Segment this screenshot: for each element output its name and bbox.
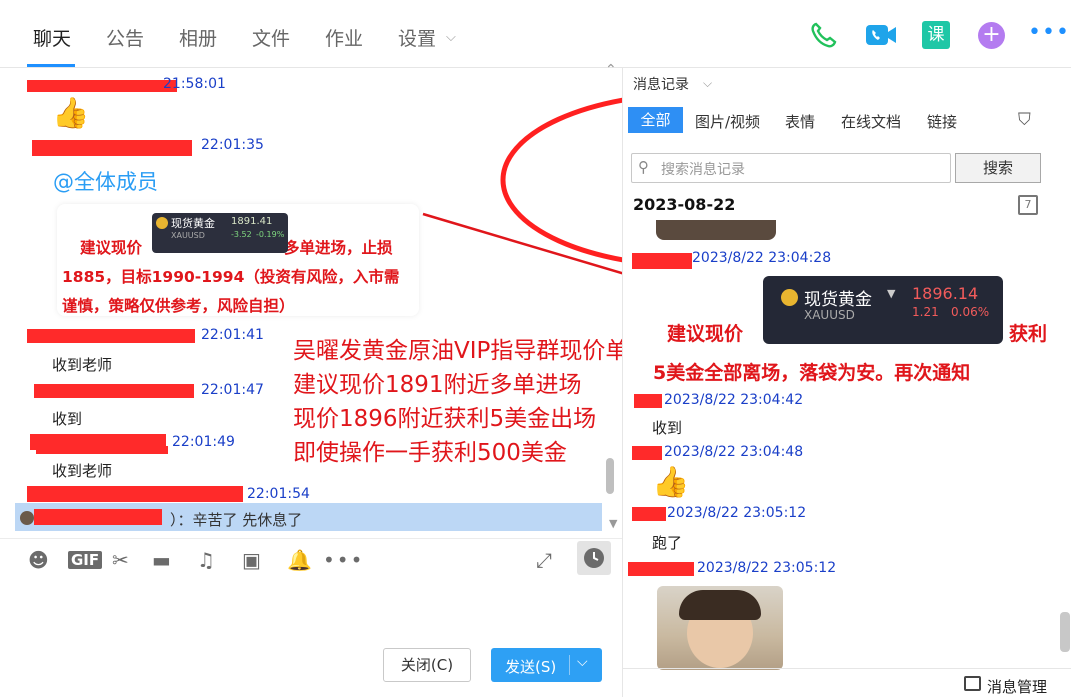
thumbs-up-emoji: 👍: [652, 465, 690, 500]
message-text: 跑了: [652, 534, 683, 552]
history-scrollbar[interactable]: [1060, 612, 1070, 652]
annotation-red-text: 获利: [1009, 323, 1048, 345]
tab-all[interactable]: 全部: [628, 107, 683, 133]
redacted-sender: [632, 446, 662, 460]
image-thumbnail[interactable]: [656, 220, 776, 240]
quote-name: 现货黄金: [804, 290, 872, 310]
search-icon: ⚲: [638, 158, 649, 176]
image-icon[interactable]: ▣: [242, 548, 261, 572]
tab-links[interactable]: 链接: [927, 111, 957, 132]
chevron-down-icon: ▼: [887, 287, 896, 300]
history-clock-button[interactable]: [577, 541, 611, 575]
annotation-red-text: 5美金全部离场，落袋为安。再次通知: [653, 362, 971, 384]
chevron-down-icon[interactable]: ⌵: [703, 76, 712, 91]
message-time: 2023/8/22 23:05:12: [667, 505, 807, 521]
quote-change: 1.21: [912, 305, 939, 319]
history-search-input[interactable]: ⚲ 搜索消息记录: [631, 153, 951, 183]
message-manage-link[interactable]: 消息管理: [987, 676, 1047, 697]
close-button[interactable]: 关闭(C): [383, 648, 471, 682]
message-time: 2023/8/22 23:04:28: [692, 250, 832, 266]
qq-group-chat-window: 聊天 公告 相册 文件 作业 设置 ⌵ 课 + ••• ⌃ 21:58:01 👍…: [0, 0, 1071, 697]
redacted-sender: [632, 253, 692, 269]
redacted-sender: [632, 507, 666, 521]
message-manage-icon[interactable]: [964, 676, 981, 691]
history-header: 消息记录: [633, 77, 689, 93]
music-icon[interactable]: ♫: [197, 548, 215, 572]
message-text: 收到: [652, 419, 683, 437]
search-button[interactable]: 搜索: [955, 153, 1041, 183]
history-date: 2023-08-22: [633, 195, 736, 214]
scissors-icon[interactable]: ✂: [112, 548, 129, 572]
tab-stickers[interactable]: 表情: [785, 111, 815, 132]
emoji-icon[interactable]: ☻: [28, 548, 49, 572]
folder-icon[interactable]: ▬: [152, 548, 171, 572]
search-placeholder: 搜索消息记录: [661, 162, 745, 178]
calendar-icon[interactable]: 7: [1018, 195, 1038, 215]
redacted-sender: [634, 394, 662, 408]
gold-coin-icon: [781, 289, 798, 306]
filter-icon[interactable]: ⛉: [1018, 110, 1031, 130]
quote-symbol: XAUUSD: [804, 308, 855, 322]
divider: [569, 655, 570, 675]
send-button[interactable]: 发送(S) ⌵: [491, 648, 602, 682]
send-label: 发送(S): [505, 658, 557, 676]
quote-pct: 0.06%: [951, 305, 990, 319]
message-time: 2023/8/22 23:04:48: [664, 444, 804, 460]
gold-quote-card[interactable]: 现货黄金 ▼ 1896.14 XAUUSD 1.21 0.06%: [763, 276, 1003, 344]
gif-icon[interactable]: GIF: [68, 551, 103, 569]
sticker-image[interactable]: [657, 586, 783, 670]
tab-docs[interactable]: 在线文档: [841, 111, 901, 132]
sticker-hair: [679, 590, 761, 620]
bell-icon[interactable]: 🔔: [287, 548, 312, 572]
tab-media[interactable]: 图片/视频: [695, 111, 760, 132]
message-time: 2023/8/22 23:05:12: [697, 560, 837, 576]
redacted-sender: [628, 562, 694, 576]
quote-price: 1896.14: [912, 284, 979, 303]
chevron-down-icon[interactable]: ⌵: [577, 654, 588, 670]
clock-icon: [584, 548, 604, 568]
expand-icon[interactable]: ⤢: [536, 548, 552, 572]
divider: [622, 668, 1071, 669]
more-icon[interactable]: •••: [323, 548, 364, 572]
message-time: 2023/8/22 23:04:42: [664, 392, 804, 408]
annotation-red-text: 建议现价: [667, 323, 744, 345]
